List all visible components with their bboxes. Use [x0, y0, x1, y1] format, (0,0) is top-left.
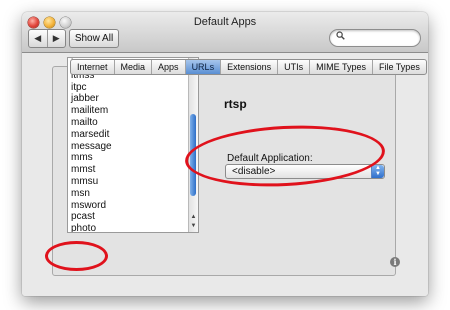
window-title: Default Apps: [193, 16, 257, 28]
default-apps-window: Default Apps ◀ ▶ Show All Internet Media: [22, 12, 428, 296]
list-item[interactable]: mmsu: [68, 176, 198, 188]
tab-media[interactable]: Media: [113, 60, 152, 74]
list-scrollbar[interactable]: ▲ ▼: [188, 58, 198, 232]
tab-file-types[interactable]: File Types: [371, 60, 426, 74]
scroll-up-arrow-icon[interactable]: ▲: [189, 214, 198, 220]
info-icon[interactable]: i: [390, 257, 400, 267]
search-field[interactable]: [329, 29, 421, 47]
list-item[interactable]: msword: [68, 200, 198, 212]
list-item[interactable]: msn: [68, 188, 198, 200]
list-item[interactable]: mmst: [68, 164, 198, 176]
show-all-button[interactable]: Show All: [69, 29, 119, 48]
back-arrow-icon: ◀: [34, 33, 42, 43]
tab-mime-types[interactable]: MIME Types: [309, 60, 372, 74]
list-item[interactable]: message: [68, 141, 198, 153]
default-application-popup[interactable]: <disable> ▲ ▼: [225, 164, 385, 179]
forward-arrow-icon: ▶: [52, 33, 60, 43]
list-item[interactable]: pcast: [68, 211, 198, 223]
tab-utis[interactable]: UTIs: [277, 60, 309, 74]
back-button[interactable]: ◀: [29, 30, 47, 47]
tab-internet[interactable]: Internet: [71, 60, 114, 74]
selected-scheme-title: rtsp: [224, 97, 247, 111]
list-item[interactable]: jabber: [68, 93, 198, 105]
list-item[interactable]: itpc: [68, 82, 198, 94]
url-scheme-list[interactable]: itms itmss itpc jabber mailitem mailto m…: [67, 57, 199, 233]
back-forward-control: ◀ ▶: [28, 29, 66, 48]
popup-arrows-icon: ▲ ▼: [371, 165, 384, 178]
list-item[interactable]: marsedit: [68, 129, 198, 141]
list-item[interactable]: photo: [68, 223, 198, 232]
forward-button[interactable]: ▶: [46, 30, 66, 47]
search-icon-glyph: [336, 31, 345, 40]
scrollbar-thumb[interactable]: [190, 114, 196, 196]
default-application-value: <disable>: [232, 166, 276, 177]
tab-extensions[interactable]: Extensions: [220, 60, 277, 74]
tab-bar: Internet Media Apps URLs Extensions UTIs…: [70, 59, 427, 75]
default-application-label: Default Application:: [227, 153, 313, 164]
scroll-down-arrow-icon[interactable]: ▼: [189, 223, 198, 229]
list-item[interactable]: mailitem: [68, 105, 198, 117]
tab-apps[interactable]: Apps: [151, 60, 185, 74]
list-item[interactable]: mailto: [68, 117, 198, 129]
title-bar: Default Apps ◀ ▶ Show All: [22, 12, 428, 53]
list-item[interactable]: mms: [68, 152, 198, 164]
search-icon: [336, 31, 345, 43]
tab-urls[interactable]: URLs: [184, 60, 221, 74]
